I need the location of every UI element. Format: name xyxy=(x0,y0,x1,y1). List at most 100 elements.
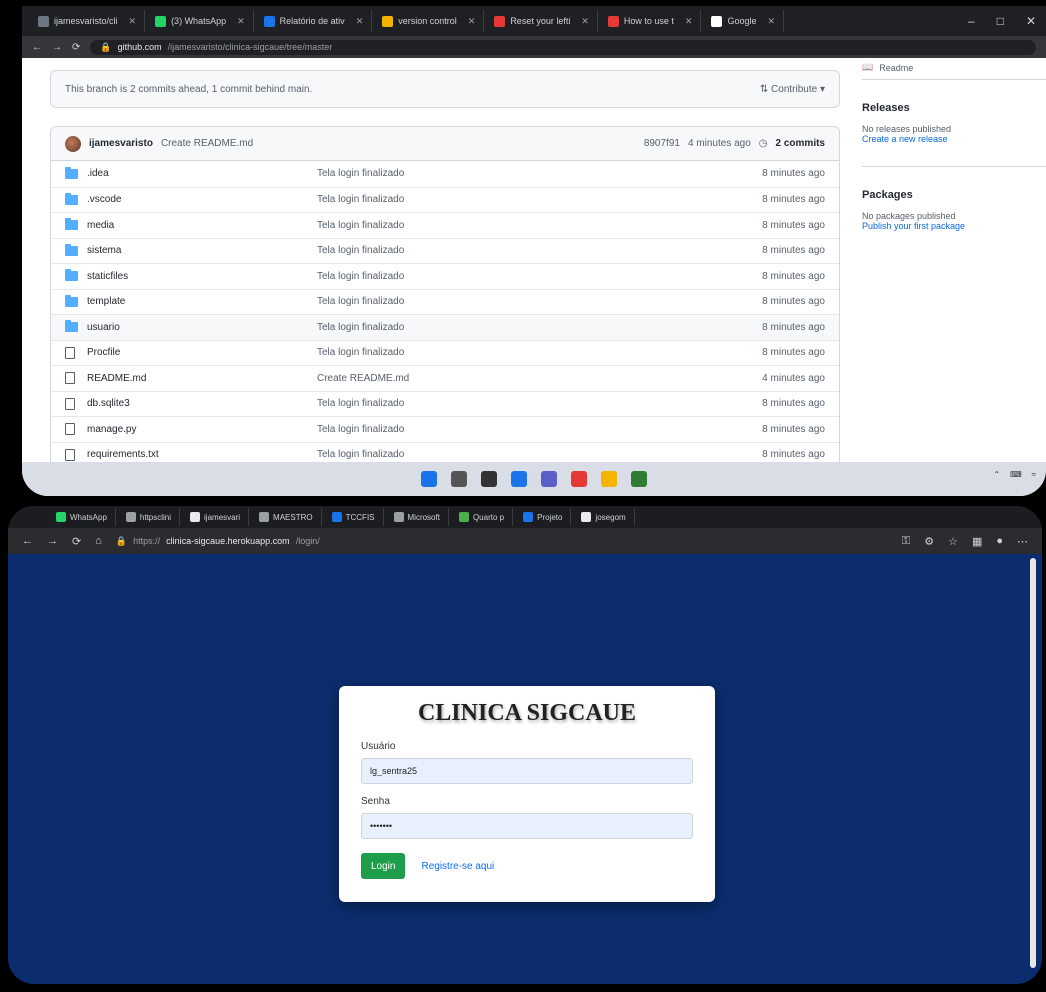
taskbar-app-icon[interactable] xyxy=(511,471,527,487)
file-commit-message[interactable]: Tela login finalizado xyxy=(317,220,762,231)
top-tab[interactable]: Relatório de ativ ✕ xyxy=(256,10,373,32)
file-commit-message[interactable]: Tela login finalizado xyxy=(317,449,762,460)
table-row[interactable]: db.sqlite3 Tela login finalizado 8 minut… xyxy=(51,390,839,417)
taskbar-app-icon[interactable] xyxy=(451,471,467,487)
file-commit-message[interactable]: Tela login finalizado xyxy=(317,245,762,256)
file-name[interactable]: template xyxy=(87,296,317,307)
bottom-tab[interactable]: ijamesvari xyxy=(182,508,250,526)
language-icon[interactable]: ⌨ xyxy=(1010,470,1022,479)
table-row[interactable]: .vscode Tela login finalizado 8 minutes … xyxy=(51,186,839,213)
close-icon[interactable]: ✕ xyxy=(468,16,476,27)
close-icon[interactable]: ✕ xyxy=(129,16,137,27)
minimize-icon[interactable]: – xyxy=(958,14,985,28)
close-icon[interactable]: ✕ xyxy=(768,16,776,27)
close-icon[interactable]: ✕ xyxy=(356,16,364,27)
bottom-tab[interactable]: httpsclini xyxy=(118,508,181,526)
file-commit-message[interactable]: Tela login finalizado xyxy=(317,168,762,179)
file-name[interactable]: sistema xyxy=(87,245,317,256)
table-row[interactable]: sistema Tela login finalizado 8 minutes … xyxy=(51,237,839,264)
bottom-tab[interactable]: Projeto xyxy=(515,508,572,526)
table-row[interactable]: staticfiles Tela login finalizado 8 minu… xyxy=(51,263,839,289)
scrollbar[interactable] xyxy=(1030,558,1036,968)
packages-title[interactable]: Packages xyxy=(862,189,1046,201)
password-input[interactable] xyxy=(361,813,693,839)
username-input[interactable] xyxy=(361,758,693,784)
key-icon[interactable]: ⚿ xyxy=(902,535,910,548)
commit-message[interactable]: Create README.md xyxy=(161,138,253,149)
bottom-tab[interactable]: josegom xyxy=(573,508,635,526)
create-release-link[interactable]: Create a new release xyxy=(862,134,1046,144)
top-tab[interactable]: Reset your lefti ✕ xyxy=(486,10,598,32)
taskbar-app-icon[interactable] xyxy=(631,471,647,487)
back-icon[interactable]: ← xyxy=(22,535,33,547)
close-icon[interactable]: ✕ xyxy=(237,16,245,27)
file-commit-message[interactable]: Create README.md xyxy=(317,373,762,384)
file-commit-message[interactable]: Tela login finalizado xyxy=(317,296,762,307)
bottom-tab[interactable]: MAESTRO xyxy=(251,508,322,526)
file-commit-message[interactable]: Tela login finalizado xyxy=(317,424,762,435)
publish-package-link[interactable]: Publish your first package xyxy=(862,221,1046,231)
releases-title[interactable]: Releases xyxy=(862,102,1046,114)
table-row[interactable]: media Tela login finalizado 8 minutes ag… xyxy=(51,212,839,238)
reload-icon[interactable]: ⟳ xyxy=(72,42,80,53)
file-commit-message[interactable]: Tela login finalizado xyxy=(317,194,762,205)
file-name[interactable]: staticfiles xyxy=(87,271,317,282)
top-tab[interactable]: version control ✕ xyxy=(374,10,485,32)
taskbar-app-icon[interactable] xyxy=(541,471,557,487)
close-icon[interactable]: ✕ xyxy=(685,16,693,27)
register-link[interactable]: Registre-se aqui xyxy=(421,861,494,872)
taskbar-app-icon[interactable] xyxy=(421,471,437,487)
bottom-address-bar[interactable]: 🔒 https:// clinica-sigcaue.herokuapp.com /… xyxy=(116,533,676,550)
taskbar-app-icon[interactable] xyxy=(481,471,497,487)
reload-icon[interactable]: ⟳ xyxy=(72,535,81,548)
login-button[interactable]: Login xyxy=(361,853,406,879)
more-icon[interactable]: ⋯ xyxy=(1017,535,1028,548)
top-address-bar[interactable]: 🔒 github.com /ijamesvaristo/clinica-sigc… xyxy=(90,39,1036,55)
bottom-tab[interactable]: Quarto p xyxy=(451,508,514,526)
close-icon[interactable]: ✕ xyxy=(1016,14,1046,28)
table-row[interactable]: Procfile Tela login finalizado 8 minutes… xyxy=(51,339,839,366)
chevron-up-icon[interactable]: ⌃ xyxy=(993,470,1000,479)
file-commit-message[interactable]: Tela login finalizado xyxy=(317,271,762,282)
maximize-icon[interactable]: □ xyxy=(987,14,1014,28)
readme-link[interactable]: 📖 Readme xyxy=(862,56,1046,80)
file-name[interactable]: manage.py xyxy=(87,424,317,435)
table-row[interactable]: README.md Create README.md 4 minutes ago xyxy=(51,365,839,391)
home-icon[interactable]: ⌂ xyxy=(95,535,102,547)
extension-icon[interactable]: ⚙ xyxy=(924,535,934,548)
top-tab[interactable]: How to use t ✕ xyxy=(600,10,702,32)
file-name[interactable]: .vscode xyxy=(87,194,317,205)
table-row[interactable]: .idea Tela login finalizado 8 minutes ag… xyxy=(51,161,839,187)
top-tab[interactable]: (3) WhatsApp ✕ xyxy=(147,10,254,32)
back-icon[interactable]: ← xyxy=(32,42,42,53)
bottom-tab[interactable]: Microsoft xyxy=(386,508,449,526)
star-icon[interactable]: ☆ xyxy=(948,535,958,548)
forward-icon[interactable]: → xyxy=(47,535,58,547)
file-name[interactable]: usuario xyxy=(87,322,317,333)
commit-author[interactable]: ijamesvaristo xyxy=(89,138,153,149)
top-tab[interactable]: Google ✕ xyxy=(703,10,785,32)
taskbar-app-icon[interactable] xyxy=(571,471,587,487)
profile-icon[interactable]: ● xyxy=(996,535,1003,548)
close-icon[interactable]: ✕ xyxy=(581,16,589,27)
avatar[interactable] xyxy=(65,135,81,152)
file-name[interactable]: README.md xyxy=(87,373,317,384)
contribute-button[interactable]: ⇅ Contribute ▾ xyxy=(760,84,825,95)
commit-hash[interactable]: 8907f91 xyxy=(644,138,680,149)
collections-icon[interactable]: ▦ xyxy=(972,535,982,548)
top-tab[interactable]: ijamesvaristo/cli ✕ xyxy=(30,10,146,32)
wifi-icon[interactable]: ≈ xyxy=(1032,470,1036,479)
forward-icon[interactable]: → xyxy=(52,42,62,53)
file-name[interactable]: db.sqlite3 xyxy=(87,398,317,409)
file-commit-message[interactable]: Tela login finalizado xyxy=(317,322,762,333)
file-name[interactable]: requirements.txt xyxy=(87,449,317,460)
file-commit-message[interactable]: Tela login finalizado xyxy=(317,347,762,358)
commits-count[interactable]: 2 commits xyxy=(776,138,825,149)
bottom-tab[interactable]: WhatsApp xyxy=(48,508,116,526)
table-row[interactable]: template Tela login finalizado 8 minutes… xyxy=(51,288,839,315)
table-row[interactable]: manage.py Tela login finalizado 8 minute… xyxy=(51,416,839,442)
file-name[interactable]: media xyxy=(87,220,317,231)
taskbar-app-icon[interactable] xyxy=(601,471,617,487)
file-name[interactable]: Procfile xyxy=(87,347,317,358)
file-commit-message[interactable]: Tela login finalizado xyxy=(317,398,762,409)
